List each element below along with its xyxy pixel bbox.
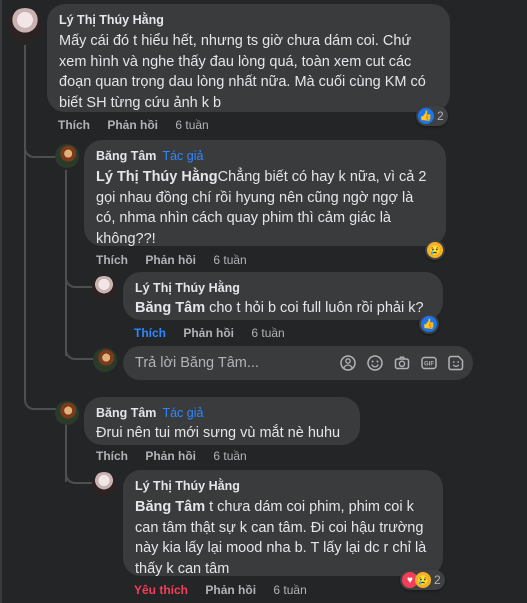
avatar[interactable]: [55, 401, 79, 425]
comment-actions: Thích Phản hồi 6 tuần: [134, 326, 299, 340]
comment-text: Mấy cái đó t hiểu hết, nhưng ts giờ chưa…: [59, 33, 426, 111]
avatar[interactable]: [92, 276, 116, 300]
comment-actions: Thích Phản hồi 6 tuần: [96, 253, 261, 267]
comment-text: Đrui nên tui mới sưng vù mắt nè huhu: [96, 425, 341, 441]
reaction-summary[interactable]: 👍: [419, 314, 439, 334]
avatar[interactable]: [8, 8, 42, 42]
comment-author[interactable]: Băng Tâm: [96, 406, 156, 420]
reply-button[interactable]: Phản hồi: [145, 449, 196, 463]
thread-connector: [65, 268, 93, 288]
avatar-sticker-icon[interactable]: [339, 354, 357, 372]
like-button[interactable]: Thích: [96, 253, 128, 267]
reply-button[interactable]: Phản hồi: [145, 253, 196, 267]
reply-button[interactable]: Phản hồi: [205, 583, 256, 597]
comment-actions: Yêu thích Phản hồi 6 tuần: [134, 583, 321, 597]
reply-input[interactable]: Trả lời Băng Tâm...: [135, 355, 330, 371]
comment-bubble: Lý Thị Thúy Hằng Mấy cái đó t hiểu hết, …: [47, 4, 450, 112]
mention-link[interactable]: Băng Tâm: [135, 300, 205, 316]
author-badge: Tác giả: [162, 149, 204, 163]
timestamp[interactable]: 6 tuần: [213, 253, 246, 267]
reply-button[interactable]: Phản hồi: [107, 118, 158, 132]
like-button[interactable]: Thích: [134, 326, 166, 340]
comment-bubble: Lý Thị Thúy Hằng Băng Tâm cho t hỏi b co…: [123, 272, 443, 320]
reaction-summary[interactable]: 👍 2: [416, 106, 448, 126]
comment-author[interactable]: Băng Tâm: [96, 149, 156, 163]
like-button[interactable]: Thích: [58, 118, 90, 132]
reply-button[interactable]: Phản hồi: [183, 326, 234, 340]
love-button[interactable]: Yêu thích: [134, 583, 188, 597]
comment-author[interactable]: Lý Thị Thúy Hằng: [135, 280, 431, 296]
like-icon: 👍: [421, 316, 437, 332]
timestamp[interactable]: 6 tuần: [175, 118, 208, 132]
comment-author[interactable]: Lý Thị Thúy Hằng: [59, 12, 438, 28]
reaction-count: 2: [434, 573, 441, 587]
reaction-summary[interactable]: ♥ 😢 2: [400, 570, 445, 590]
comment-actions: Thích Phản hồi 6 tuần: [58, 118, 223, 132]
thread-line: [65, 170, 67, 356]
avatar[interactable]: [55, 144, 79, 168]
sad-icon: 😢: [415, 572, 431, 588]
thread-connector: [24, 130, 56, 158]
thread-line: [24, 160, 26, 382]
camera-icon[interactable]: [393, 354, 411, 372]
timestamp[interactable]: 6 tuần: [213, 449, 246, 463]
reaction-summary[interactable]: 😢: [425, 240, 445, 260]
mention-link[interactable]: Băng Tâm: [135, 499, 205, 515]
like-button[interactable]: Thích: [96, 449, 128, 463]
thread-connector: [24, 380, 56, 410]
mention-link[interactable]: Lý Thị Thúy Hằng: [96, 169, 218, 185]
comment-bubble: Băng Tâm Tác giả Đrui nên tui mới sưng vù…: [84, 397, 360, 445]
svg-text:GIF: GIF: [424, 362, 434, 368]
thread-connector: [65, 464, 93, 484]
emoji-icon[interactable]: [366, 354, 384, 372]
reply-input-box[interactable]: Trả lời Băng Tâm... GIF: [123, 346, 473, 380]
comment-text: cho t hỏi b coi full luôn rồi phải k?: [205, 300, 424, 316]
like-icon: 👍: [418, 108, 434, 124]
sticker-icon[interactable]: [447, 354, 465, 372]
gif-icon[interactable]: GIF: [420, 354, 438, 372]
comment-bubble: Băng Tâm Tác giả Lý Thị Thúy HằngChẳng bi…: [84, 140, 446, 247]
reaction-count: 2: [437, 109, 444, 123]
comment-bubble: Lý Thị Thúy Hằng Băng Tâm t chưa dám coi…: [123, 470, 443, 577]
thread-connector: [65, 340, 93, 360]
avatar[interactable]: [93, 348, 117, 372]
avatar[interactable]: [92, 472, 116, 496]
timestamp[interactable]: 6 tuần: [251, 326, 284, 340]
left-border: [0, 0, 2, 603]
author-badge: Tác giả: [162, 406, 204, 420]
comment-actions: Thích Phản hồi 6 tuần: [96, 449, 261, 463]
timestamp[interactable]: 6 tuần: [273, 583, 306, 597]
comment-author[interactable]: Lý Thị Thúy Hằng: [135, 478, 431, 494]
sad-icon: 😢: [427, 242, 443, 258]
